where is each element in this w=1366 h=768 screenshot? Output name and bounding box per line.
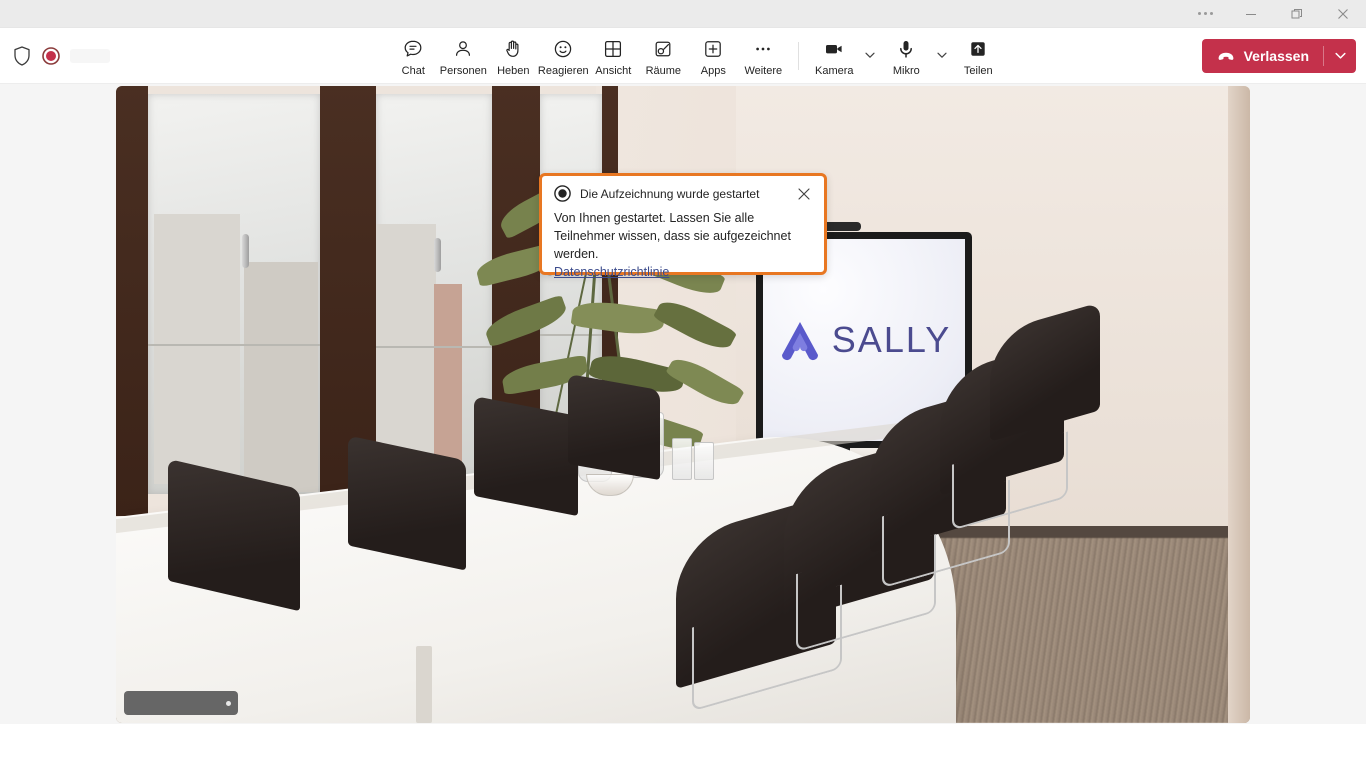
sally-logo-icon [781,322,818,360]
door-frame [1228,86,1250,723]
leave-meeting-control: Verlassen [1201,38,1356,73]
chat-icon [402,37,424,61]
raise-hand-icon [502,37,524,61]
toolbar-button-share[interactable]: Teilen [953,35,1003,77]
leave-meeting-button[interactable]: Verlassen [1202,39,1323,73]
toolbar-button-rooms[interactable]: Räume [638,35,688,77]
more-ellipsis-icon [1197,12,1213,15]
toolbar-label: Mikro [892,64,920,77]
toolbar-label: Personen [439,64,487,77]
toolbar-button-chat[interactable]: Chat [388,35,438,77]
notification-title: Die Aufzeichnung wurde gestartet [580,186,760,201]
toolbar-right-group: Verlassen [1192,38,1366,73]
privacy-policy-link[interactable]: Datenschutzrichtlinie [554,265,669,279]
share-screen-icon [967,37,989,61]
restore-icon [1291,8,1302,18]
toolbar-button-reactions[interactable]: Reagieren [537,35,589,77]
drinking-glass [694,442,714,480]
close-button[interactable] [1320,0,1366,28]
camera-off-icon [823,37,845,61]
participant-name-badge [124,691,238,715]
view-grid-icon [602,37,624,61]
reactions-icon [552,37,574,61]
window-mullion [116,86,148,516]
leave-options-chevron[interactable] [1324,39,1356,73]
breakout-rooms-icon [652,37,674,61]
chair [474,395,578,517]
microphone-off-icon [895,37,917,61]
chevron-down-icon [1334,52,1346,59]
toolbar-label: Weitere [744,64,783,77]
apps-plus-icon [702,37,724,61]
toolbar-label: Chat [401,64,425,77]
window-handle [434,238,441,272]
close-icon [1338,8,1348,19]
toolbar-button-more[interactable]: Weitere [738,35,788,77]
table-leg [416,646,432,723]
window-handle [242,234,249,268]
recording-indicator-icon[interactable] [42,46,60,65]
window-glass [148,94,320,494]
room-camera [821,222,861,231]
toolbar-button-raise-hand[interactable]: Heben [488,35,538,77]
more-ellipsis-icon [752,37,774,61]
people-icon [452,37,474,61]
camera-options-chevron[interactable] [859,35,881,75]
notification-body: Von Ihnen gestartet. Lassen Sie alle Tei… [554,211,791,261]
toolbar-label: Heben [497,64,530,77]
microphone-options-chevron[interactable] [931,35,953,75]
toolbar-actions: Chat Personen Heben Reagieren Ansicht Rä… [200,35,1192,77]
window-bottom-area [0,724,1366,768]
toolbar-divider [798,41,800,70]
window-title-bar [0,0,1366,28]
plant-leaf [482,294,570,348]
meeting-stage: SALLY Die Aufzeichnung wurde gestartet V… [0,84,1366,724]
plant-leaf [652,294,738,356]
toolbar-button-camera[interactable]: Kamera [809,35,859,77]
toolbar-left-group [0,45,200,67]
toolbar-button-view[interactable]: Ansicht [588,35,638,77]
close-icon [798,187,810,200]
meeting-toolbar: Chat Personen Heben Reagieren Ansicht Rä… [0,28,1366,84]
chevron-down-icon [865,52,875,58]
toolbar-button-people[interactable]: Personen [438,35,488,77]
leave-button-label: Verlassen [1243,47,1309,64]
toolbar-button-microphone[interactable]: Mikro [881,35,931,77]
toolbar-label: Kamera [815,64,854,77]
drinking-glass [672,438,692,480]
toolbar-label: Reagieren [537,64,589,77]
restore-button[interactable] [1274,0,1320,28]
notification-header: Die Aufzeichnung wurde gestartet [554,185,812,202]
minimize-button[interactable] [1228,0,1274,28]
titlebar-more-options-button[interactable] [1182,0,1228,28]
display-logo-text: SALLY [831,319,952,360]
outside-building [244,262,318,492]
status-dot-icon [226,700,231,706]
record-circle-icon [554,185,571,202]
recording-started-notification: Die Aufzeichnung wurde gestartet Von Ihn… [539,173,827,279]
toolbar-label: Räume [645,64,682,77]
toolbar-button-apps[interactable]: Apps [688,35,738,77]
notification-close-button[interactable] [796,186,812,202]
hangup-phone-icon [1218,52,1234,60]
meeting-timer-placeholder [70,48,110,63]
chevron-down-icon [937,52,947,58]
toolbar-label: Teilen [963,64,993,77]
toolbar-label: Apps [700,64,726,77]
chair [568,373,660,481]
outside-building [154,214,240,484]
window-transom [148,344,320,346]
shield-icon[interactable] [12,45,32,67]
plant-leaf [570,297,666,339]
minimize-icon [1246,13,1256,15]
toolbar-label: Ansicht [595,64,632,77]
